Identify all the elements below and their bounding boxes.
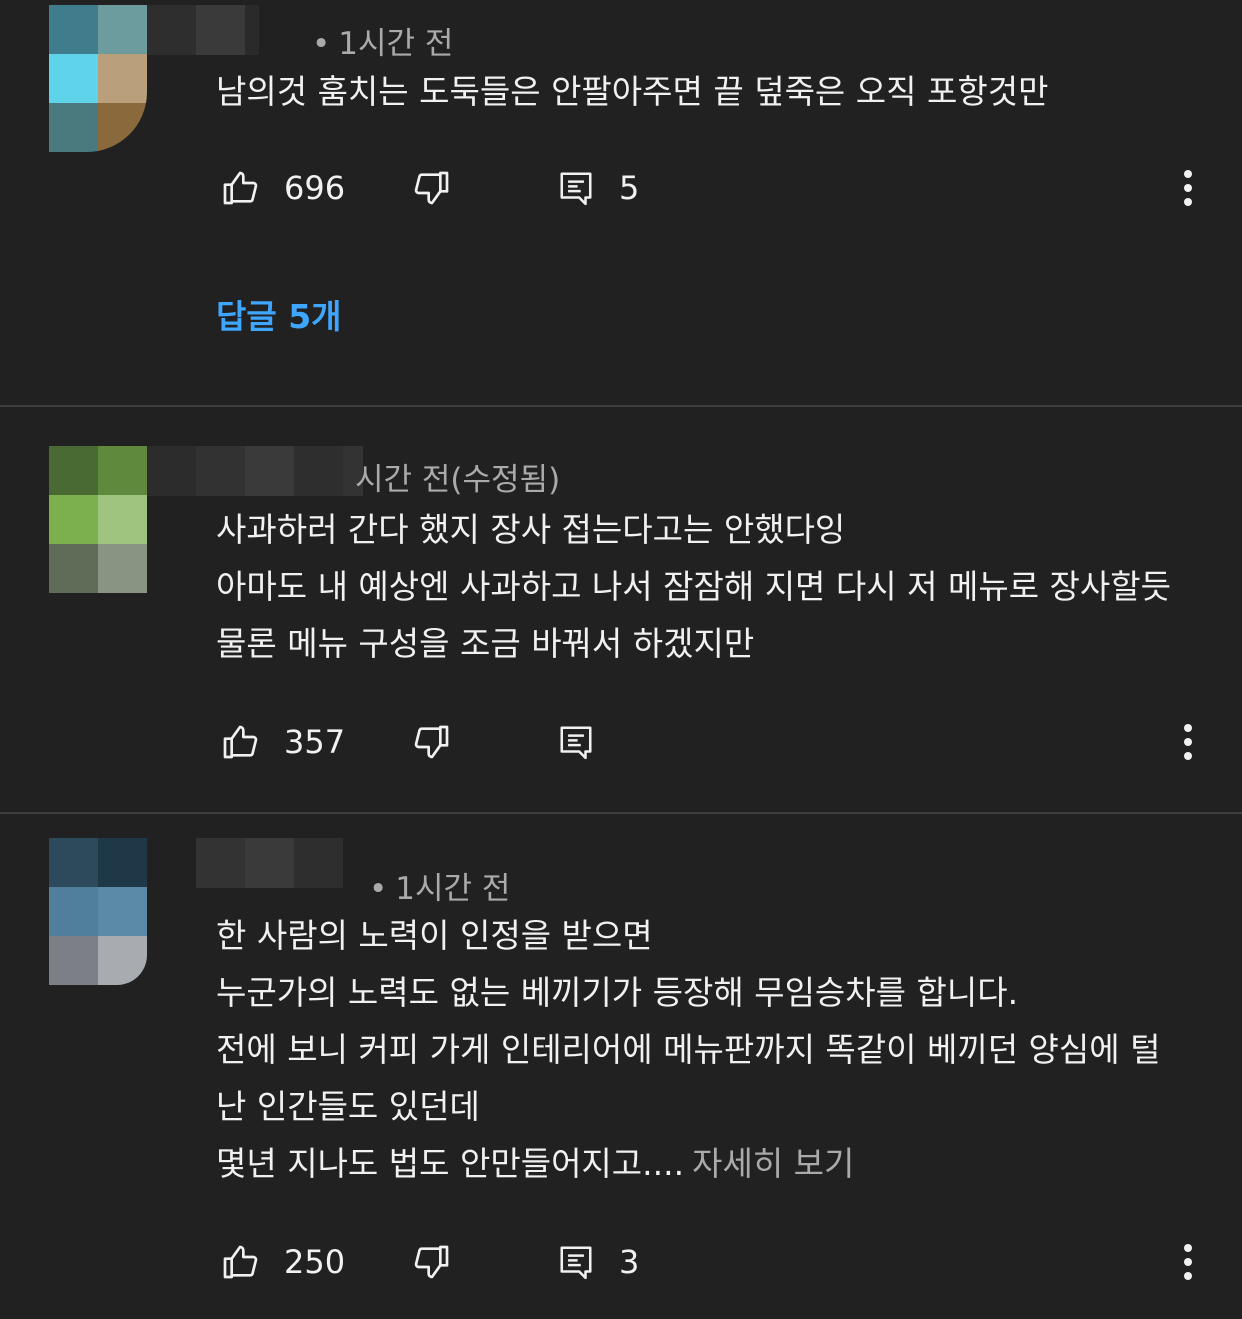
comment-text-line: 전에 보니 커피 가게 인테리어에 메뉴판까지 똑같이 베끼던 양심에 털 — [216, 1030, 1161, 1069]
more-vert-icon — [1184, 170, 1192, 206]
author-name[interactable] — [147, 446, 363, 496]
more-menu-button[interactable] — [1170, 1232, 1206, 1292]
comment-icon — [560, 172, 592, 206]
reply-button[interactable] — [557, 712, 619, 772]
comment-text-line: 사과하러 간다 했지 장사 접는다고는 안했다잉 — [216, 510, 846, 549]
dislike-button[interactable] — [412, 158, 452, 218]
more-vert-icon — [1184, 1244, 1192, 1280]
author-name[interactable] — [196, 838, 343, 888]
like-count: 357 — [284, 723, 346, 761]
comment-text-line: 난 인간들도 있던데 — [216, 1087, 480, 1126]
avatar[interactable] — [49, 5, 147, 152]
comment-text-line: 한 사람의 노력이 인정을 받으면 — [216, 916, 653, 955]
comment-timestamp: 시간 전(수정됨) — [355, 462, 561, 498]
comment-2: 시간 전(수정됨) 사과하러 간다 했지 장사 접는다고는 안했다잉 아마도 내… — [0, 407, 1242, 812]
read-more-link[interactable]: 자세히 보기 — [692, 1144, 854, 1183]
like-button[interactable]: 696 — [220, 158, 345, 218]
like-count: 696 — [284, 169, 346, 207]
comment-text-line: 아마도 내 예상엔 사과하고 나서 잠잠해 지면 다시 저 메뉴로 장사할듯 — [216, 567, 1171, 606]
like-button[interactable]: 250 — [220, 1232, 345, 1292]
comment-timestamp: • 1시간 전 — [369, 871, 511, 907]
like-button[interactable]: 357 — [220, 712, 345, 772]
thumb-up-icon — [223, 1245, 258, 1279]
like-count: 250 — [284, 1243, 346, 1281]
thumb-up-icon — [223, 725, 258, 759]
more-vert-icon — [1184, 724, 1192, 760]
avatar[interactable] — [49, 838, 147, 985]
dislike-button[interactable] — [412, 1232, 452, 1292]
comment-actions: 696 5 — [0, 158, 1242, 218]
author-name[interactable] — [147, 5, 259, 55]
comment-actions: 357 — [0, 712, 1242, 772]
comment-1: • 1시간 전 남의것 훔치는 도둑들은 안팔아주면 끝 덮죽은 오직 포항것만 … — [0, 0, 1242, 405]
comment-text-line: 몇년 지나도 법도 안만들어지고.... 자세히 보기 — [216, 1144, 854, 1184]
reply-count: 5 — [619, 169, 640, 207]
dislike-button[interactable] — [412, 712, 452, 772]
more-menu-button[interactable] — [1170, 158, 1206, 218]
thumb-down-icon — [414, 725, 449, 759]
comment-text: 남의것 훔치는 도둑들은 안팔아주면 끝 덮죽은 오직 포항것만 — [216, 72, 1049, 111]
more-menu-button[interactable] — [1170, 712, 1206, 772]
comment-text-line: 누군가의 노력도 없는 베끼기가 등장해 무임승차를 합니다. — [216, 973, 1019, 1012]
thumb-down-icon — [414, 1245, 449, 1279]
reply-count: 3 — [619, 1243, 640, 1281]
reply-button[interactable]: 3 — [557, 1232, 639, 1292]
thumb-up-icon — [223, 171, 258, 205]
comment-icon — [560, 726, 592, 760]
comment-text-last: 몇년 지나도 법도 안만들어지고.... — [216, 1144, 685, 1183]
comment-actions: 250 3 — [0, 1232, 1242, 1292]
comment-timestamp: • 1시간 전 — [312, 26, 454, 62]
comment-text-line: 물론 메뉴 구성을 조금 바꿔서 하겠지만 — [216, 624, 755, 663]
thumb-down-icon — [414, 171, 449, 205]
view-replies-link[interactable]: 답글 5개 — [216, 290, 342, 338]
reply-button[interactable]: 5 — [557, 158, 639, 218]
avatar[interactable] — [49, 446, 147, 593]
comment-3: • 1시간 전 한 사람의 노력이 인정을 받으면 누군가의 노력도 없는 베끼기… — [0, 814, 1242, 1319]
comment-icon — [560, 1246, 592, 1280]
